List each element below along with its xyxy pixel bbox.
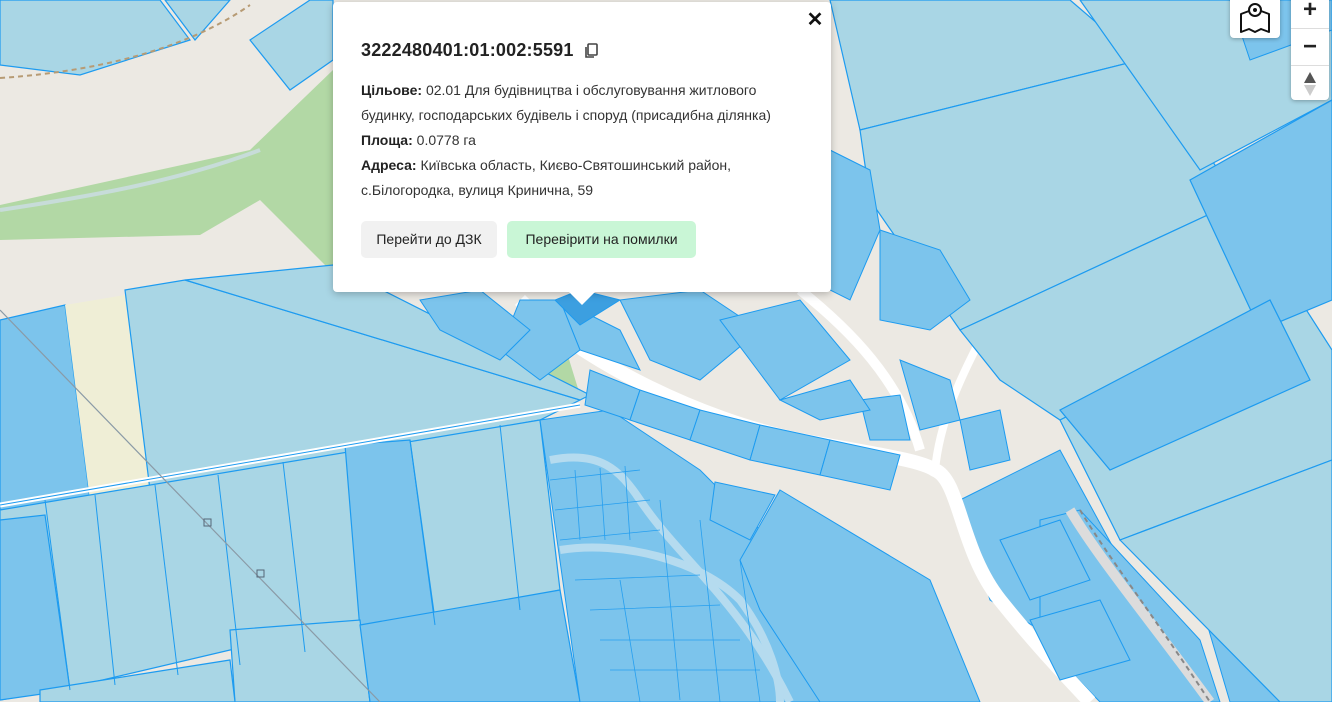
area-label: Площа: — [361, 132, 413, 148]
address-row: Адреса: Київська область, Києво-Святошин… — [361, 153, 811, 203]
zoom-out-button[interactable]: − — [1291, 29, 1329, 66]
map-layers-button[interactable] — [1230, 0, 1280, 38]
go-to-dzk-button[interactable]: Перейти до ДЗК — [361, 221, 497, 258]
check-errors-button[interactable]: Перевірити на помилки — [507, 221, 696, 258]
zoom-in-button[interactable]: + — [1291, 0, 1329, 29]
popup-title-row: 3222480401:01:002:5591 — [361, 40, 598, 61]
copy-icon[interactable] — [584, 42, 598, 59]
area-row: Площа: 0.0778 га — [361, 128, 811, 153]
north-compass-icon — [1304, 72, 1316, 96]
address-value: Київська область, Києво-Святошинський ра… — [361, 157, 732, 198]
purpose-value: 02.01 Для будівництва і обслуговування ж… — [361, 82, 771, 123]
map-layers-icon — [1240, 3, 1270, 33]
compass-button[interactable] — [1291, 66, 1329, 102]
purpose-label: Цільове: — [361, 82, 423, 98]
area-value: 0.0778 га — [416, 132, 476, 148]
zoom-controls: + − — [1291, 0, 1329, 100]
cadastral-number: 3222480401:01:002:5591 — [361, 40, 574, 60]
parcel-details: Цільове: 02.01 Для будівництва і обслуго… — [361, 78, 811, 203]
parcel-info-popup: ✕ 3222480401:01:002:5591 Цільове: 02.01 … — [333, 2, 831, 292]
close-icon[interactable]: ✕ — [805, 10, 825, 30]
popup-pointer — [568, 291, 596, 305]
address-label: Адреса: — [361, 157, 417, 173]
purpose-row: Цільове: 02.01 Для будівництва і обслуго… — [361, 78, 811, 128]
